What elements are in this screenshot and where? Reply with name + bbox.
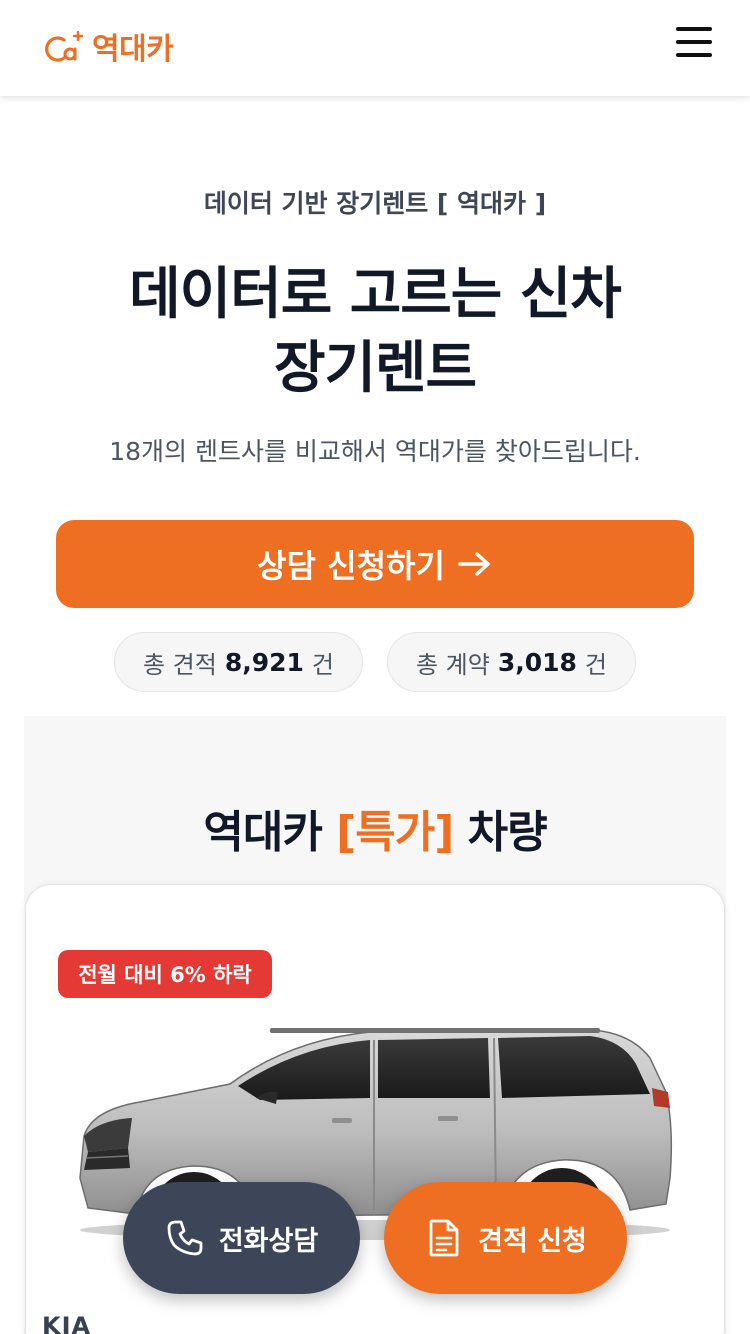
special-title-accent: [특가] (336, 807, 454, 858)
consult-request-button[interactable]: 상담 신청하기 (56, 520, 694, 608)
total-quotes-stat: 총 견적 8,921 건 (114, 632, 363, 692)
hamburger-menu-icon[interactable] (674, 24, 714, 60)
hero-eyebrow: 데이터 기반 장기렌트 [ 역대카 ] (203, 189, 547, 218)
logo[interactable]: 역대카 (42, 26, 174, 67)
phone-consult-button[interactable]: 전화상담 (123, 1182, 360, 1294)
total-contracts-stat: 총 계약 3,018 건 (387, 632, 636, 692)
quote-request-button[interactable]: 견적 신청 (384, 1182, 627, 1294)
special-title-prefix: 역대카 (203, 807, 322, 858)
hero-headline-line2: 장기렌트 (273, 336, 477, 401)
app-header: 역대카 (0, 0, 750, 96)
total-contracts-prefix: 총 계약 (415, 650, 490, 679)
total-quotes-value: 8,921 (224, 647, 304, 677)
arrow-right-icon (458, 552, 490, 576)
phone-icon (167, 1220, 203, 1256)
car-logo-icon (45, 30, 84, 62)
price-drop-badge: 전월 대비 6% 하락 (58, 950, 272, 998)
car-brand: KIA (42, 1312, 92, 1334)
quote-request-label: 견적 신청 (478, 1225, 587, 1257)
special-deals-title: 역대카 [특가] 차량 (24, 796, 726, 860)
special-title-suffix: 차량 (467, 807, 548, 858)
hero-headline-line1: 데이터로 고르는 신차 (129, 262, 622, 327)
logo-text: 역대카 (92, 32, 174, 67)
phone-consult-label: 전화상담 (218, 1225, 319, 1257)
consult-request-label: 상담 신청하기 (257, 547, 445, 585)
total-contracts-unit: 건 (584, 650, 608, 679)
total-quotes-unit: 건 (311, 650, 335, 679)
total-quotes-prefix: 총 견적 (142, 650, 217, 679)
total-contracts-value: 3,018 (497, 647, 577, 677)
hero-subcopy: 18개의 렌트사를 비교해서 역대가를 찾아드립니다. (109, 437, 641, 466)
hero-headline: 데이터로 고르는 신차 장기렌트 (0, 258, 750, 406)
document-icon (429, 1219, 459, 1257)
